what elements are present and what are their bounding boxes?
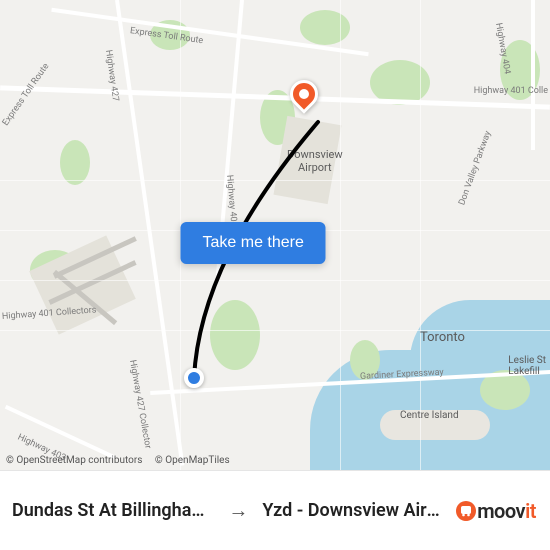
attrib-osm: © OpenStreetMap contributors bbox=[6, 455, 142, 466]
route-to-label: Yzd - Downsview Airport bbox=[262, 500, 443, 521]
attrib-tiles: © OpenMapTiles bbox=[155, 455, 230, 466]
origin-marker[interactable] bbox=[184, 368, 204, 388]
place-label-toronto: Toronto bbox=[420, 330, 465, 345]
road-label: Highway 401 Colle bbox=[474, 86, 548, 96]
take-me-there-button[interactable]: Take me there bbox=[180, 222, 325, 264]
route-summary: Dundas St At Billingham Rd → Yzd - Downs… bbox=[0, 498, 455, 523]
map-viewport[interactable]: Express Toll Route Express Toll Route Hi… bbox=[0, 0, 550, 470]
moovit-logo-text: moovit bbox=[477, 499, 536, 523]
route-from-label: Dundas St At Billingham Rd bbox=[12, 500, 214, 521]
moovit-logo-icon bbox=[455, 500, 477, 522]
destination-marker[interactable] bbox=[304, 108, 332, 136]
place-label-downsview: Downsview Airport bbox=[287, 148, 343, 174]
map-attribution: © OpenStreetMap contributors © OpenMapTi… bbox=[6, 455, 240, 466]
place-label-leslie-spit: Leslie St Lakefill bbox=[508, 355, 546, 377]
moovit-logo[interactable]: moovit bbox=[455, 499, 550, 523]
footer-bar: Dundas St At Billingham Rd → Yzd - Downs… bbox=[0, 470, 550, 550]
place-label-centre-island: Centre Island bbox=[400, 410, 459, 421]
arrow-right-icon: → bbox=[228, 498, 248, 523]
